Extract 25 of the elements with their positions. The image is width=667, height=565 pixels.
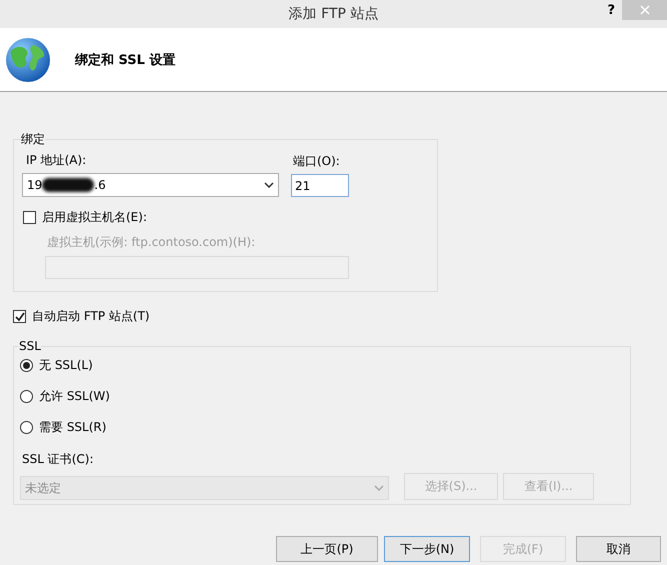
ssl-radio[interactable]: 允许 SSL(W) — [20, 388, 110, 405]
close-button[interactable] — [622, 0, 667, 20]
ip-address-dropdown[interactable]: 19 .6 — [22, 173, 279, 197]
wizard-button[interactable]: 取消 — [576, 536, 661, 562]
chevron-down-icon — [374, 485, 384, 491]
port-input[interactable]: 21 — [291, 174, 349, 197]
chevron-down-icon — [264, 182, 274, 188]
field-label: IP 地址(A): — [25, 152, 88, 169]
auto-start-checkbox[interactable]: 自动启动 FTP 站点(T) — [13, 308, 667, 325]
wizard-button[interactable]: 下一步(N) — [384, 536, 470, 562]
group-legend: 绑定 — [21, 131, 45, 148]
field-label: 端口(O): — [292, 153, 341, 170]
page-heading: 绑定和 SSL 设置 — [75, 52, 176, 68]
close-icon — [640, 5, 650, 15]
wizard-button[interactable]: 上一页(P) — [276, 536, 378, 562]
help-button[interactable]: ? — [607, 3, 615, 18]
ssl-radio[interactable]: 无 SSL(L) — [20, 357, 93, 374]
window-title: 添加 FTP 站点 — [288, 5, 378, 23]
virtual-host-checkbox[interactable]: 启用虚拟主机名(E): — [23, 209, 437, 226]
group-legend: SSL — [19, 339, 41, 353]
field-label: 虚拟主机(示例: ftp.contoso.com)(H): — [46, 234, 256, 251]
ssl-radio[interactable]: 需要 SSL(R) — [20, 419, 106, 436]
check-icon — [14, 312, 24, 322]
field-label: SSL 证书(C): — [21, 451, 95, 468]
globe-icon — [5, 36, 51, 82]
